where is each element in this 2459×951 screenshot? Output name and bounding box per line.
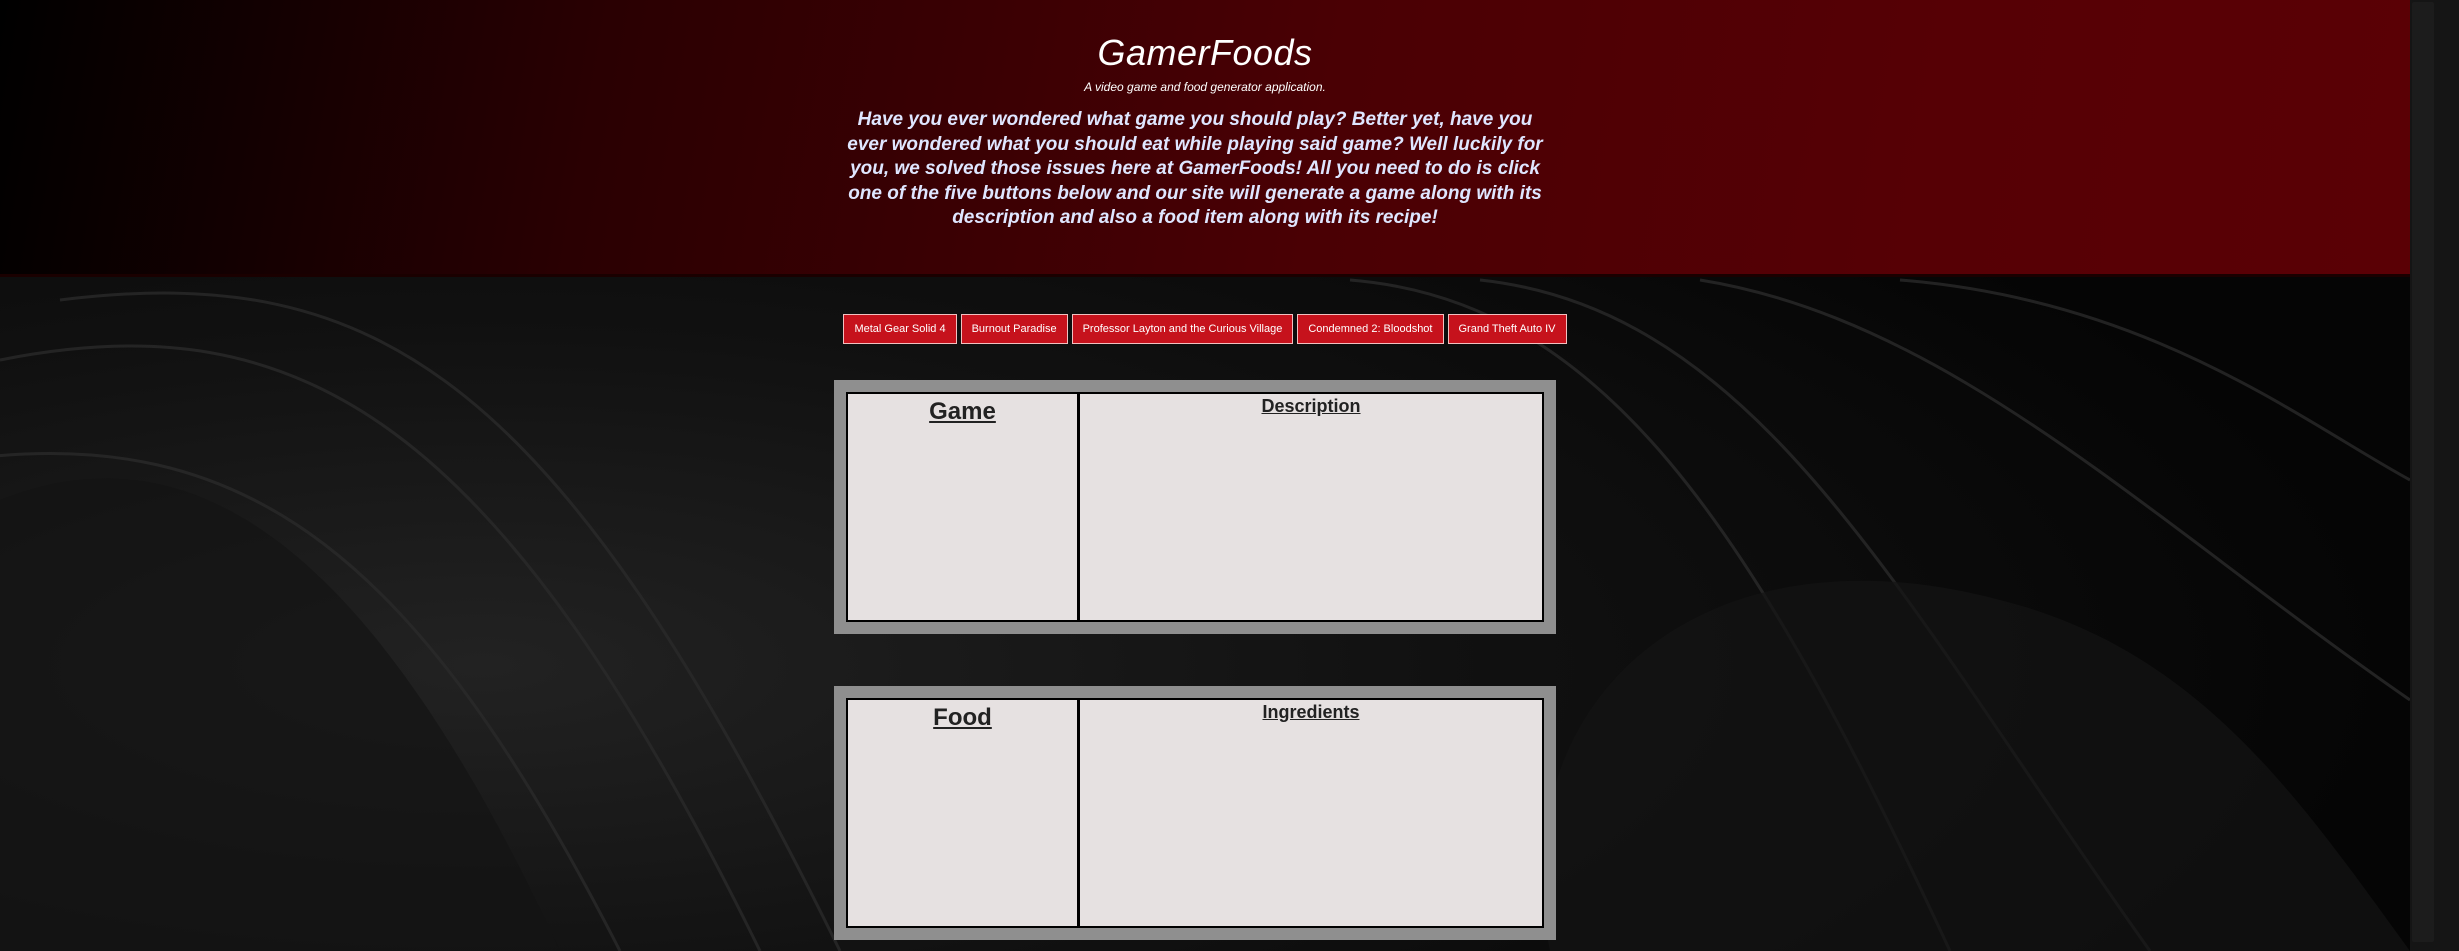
description-heading: Description [1261, 396, 1361, 416]
game-button-metal-gear-solid-4[interactable]: Metal Gear Solid 4 [843, 314, 957, 344]
description-column: Description [1080, 394, 1542, 620]
scrollbar-thumb[interactable] [2412, 2, 2434, 942]
site-subtitle: A video game and food generator applicat… [1084, 80, 1326, 94]
game-button-row: Metal Gear Solid 4 Burnout Paradise Prof… [0, 314, 2410, 344]
game-column: Game [848, 394, 1080, 620]
ingredients-heading: Ingredients [1262, 702, 1360, 722]
game-table: Game Description [846, 392, 1544, 622]
ingredients-column: Ingredients [1080, 700, 1542, 926]
food-heading: Food [933, 704, 992, 731]
game-panel: Game Description [834, 380, 1556, 634]
game-button-condemned-2[interactable]: Condemned 2: Bloodshot [1297, 314, 1444, 344]
food-column: Food [848, 700, 1080, 926]
site-header: GamerFoods A video game and food generat… [0, 0, 2410, 277]
site-title: GamerFoods [1097, 32, 1313, 73]
food-table: Food Ingredients [846, 698, 1544, 928]
game-button-burnout-paradise[interactable]: Burnout Paradise [960, 314, 1068, 344]
food-panel: Food Ingredients [834, 686, 1556, 940]
game-button-professor-layton[interactable]: Professor Layton and the Curious Village [1071, 314, 1294, 344]
game-heading: Game [929, 398, 996, 425]
site-intro: Have you ever wondered what game you sho… [847, 109, 1543, 228]
game-button-gta-iv[interactable]: Grand Theft Auto IV [1447, 314, 1567, 344]
